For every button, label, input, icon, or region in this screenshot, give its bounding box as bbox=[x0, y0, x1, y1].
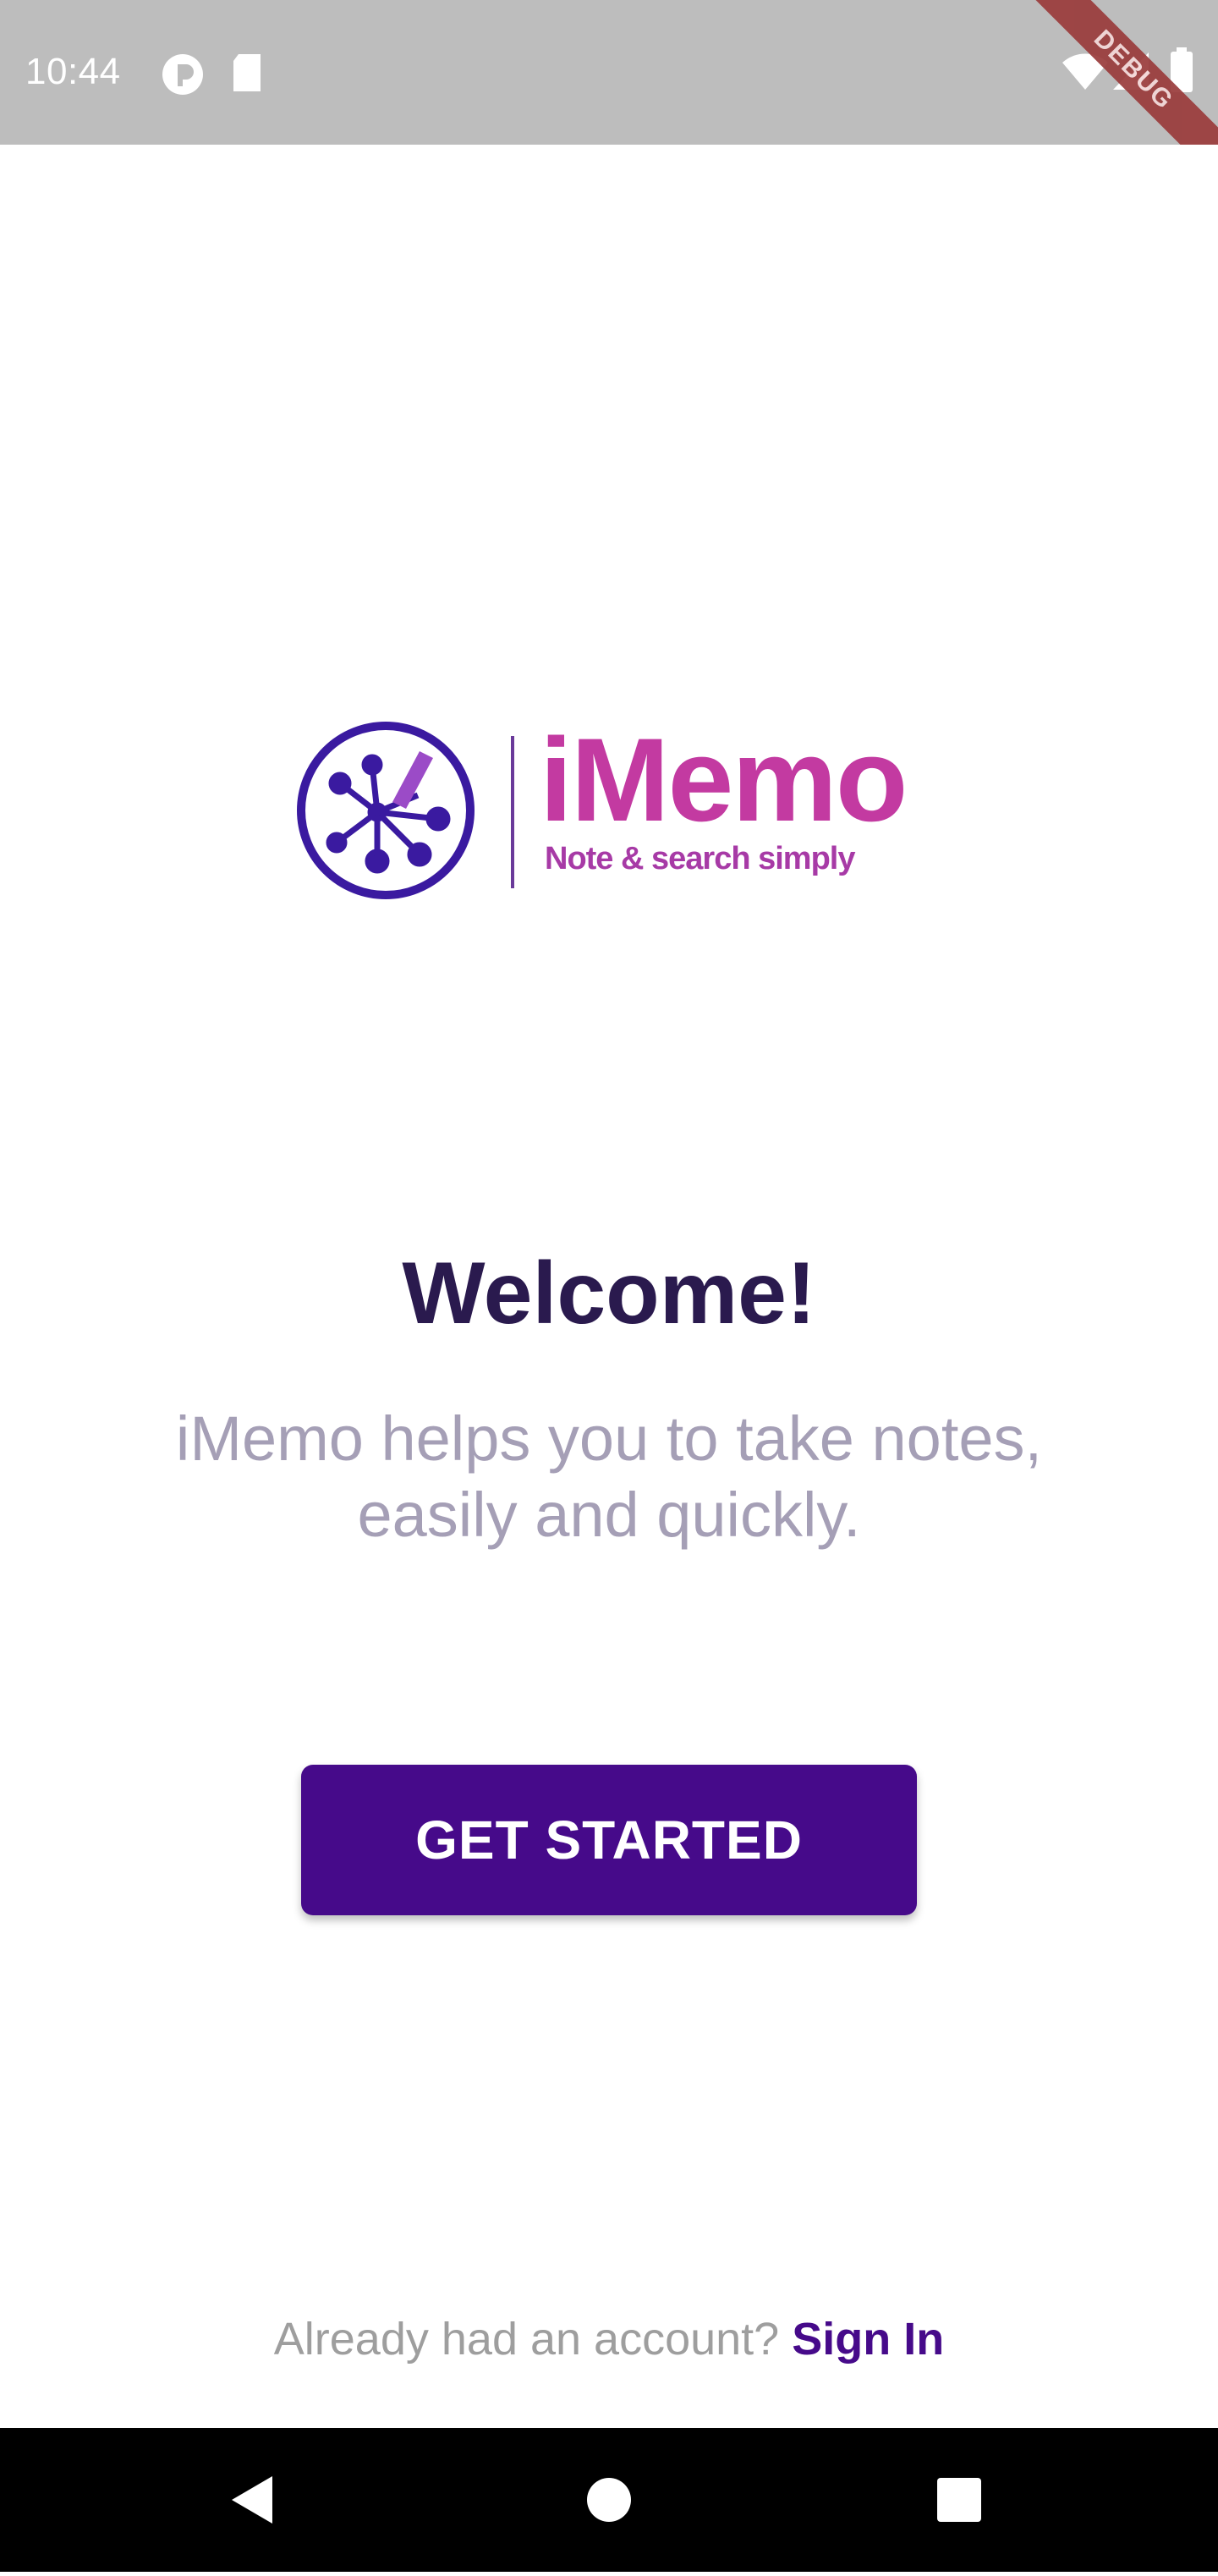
signin-line: Already had an account? Sign In bbox=[0, 2313, 1218, 2365]
logo-title: iMemo bbox=[540, 713, 908, 846]
sign-in-link[interactable]: Sign In bbox=[792, 2314, 944, 2365]
navigation-bar bbox=[0, 2428, 1218, 2572]
home-button[interactable] bbox=[524, 2428, 694, 2572]
signin-prompt: Already had an account? bbox=[273, 2314, 780, 2365]
circle-app-icon bbox=[162, 54, 203, 95]
get-started-button[interactable]: GET STARTED bbox=[301, 1765, 917, 1915]
welcome-title: Welcome! bbox=[402, 1244, 816, 1343]
logo-divider bbox=[511, 736, 514, 888]
home-icon bbox=[587, 2478, 631, 2522]
back-button[interactable] bbox=[169, 2428, 338, 2572]
status-bar: 10:44 DEBUG bbox=[0, 0, 1218, 145]
logo-mark-icon bbox=[297, 722, 475, 899]
welcome-subtitle: iMemo helps you to take notes, easily an… bbox=[175, 1403, 1043, 1550]
logo-tagline: Note & search simply bbox=[545, 841, 855, 876]
back-icon bbox=[232, 2476, 272, 2524]
status-time: 10:44 bbox=[25, 51, 121, 92]
app-logo: iMemo Note & search simply bbox=[284, 695, 932, 925]
sd-card-icon bbox=[233, 54, 261, 91]
recents-icon bbox=[937, 2478, 981, 2522]
recents-button[interactable] bbox=[875, 2428, 1044, 2572]
